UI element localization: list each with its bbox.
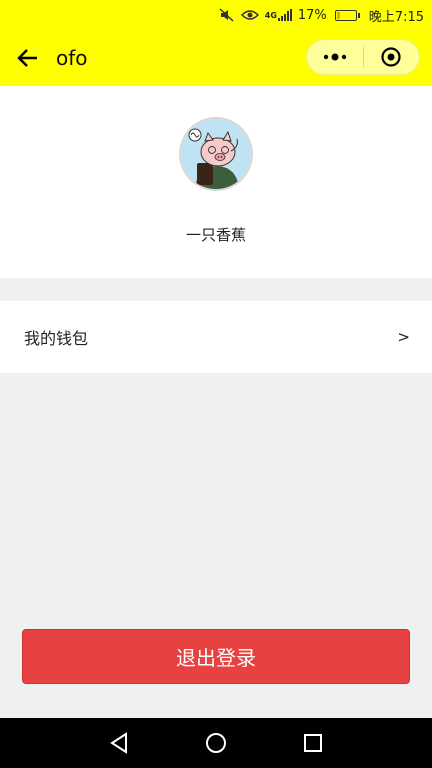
more-dots-icon — [323, 53, 346, 61]
triangle-back-icon — [109, 732, 127, 754]
avatar[interactable] — [181, 119, 251, 189]
battery-fill — [336, 11, 340, 19]
screen: 4G 17% 晚上7:15 ofo 一只香蕉 我的钱包 > 退出登录 — [0, 0, 432, 768]
page-title: ofo — [56, 46, 88, 70]
logout-button[interactable]: 退出登录 — [22, 629, 410, 684]
network-type: 4G — [264, 10, 277, 20]
wallet-menu-item[interactable]: 我的钱包 > — [0, 301, 432, 373]
clock: 晚上7:15 — [368, 9, 424, 25]
mute-icon — [219, 8, 235, 22]
chevron-right-icon: > — [397, 328, 410, 346]
system-nav-bar — [0, 718, 432, 768]
close-button[interactable] — [364, 40, 420, 74]
mini-program-capsule — [306, 39, 420, 75]
status-bar: 4G 17% 晚上7:15 — [0, 0, 432, 30]
signal-icon: 4G — [265, 9, 292, 21]
eye-icon — [240, 9, 259, 21]
nav-recents-button[interactable] — [293, 723, 333, 763]
square-recents-icon — [304, 734, 323, 752]
pig-avatar-icon — [181, 119, 251, 189]
back-button[interactable] — [0, 30, 56, 86]
wallet-label: 我的钱包 — [24, 329, 89, 348]
nav-home-button[interactable] — [196, 723, 236, 763]
nav-back-button[interactable] — [99, 723, 139, 763]
user-nickname: 一只香蕉 — [185, 226, 246, 244]
battery-icon — [334, 9, 360, 21]
title-bar: ofo — [0, 30, 432, 86]
back-arrow-icon — [17, 49, 37, 67]
more-button[interactable] — [307, 40, 363, 74]
battery-percent: 17% — [297, 7, 327, 23]
target-close-icon — [381, 47, 401, 67]
profile-card: 一只香蕉 — [0, 86, 432, 278]
circle-home-icon — [205, 733, 226, 753]
